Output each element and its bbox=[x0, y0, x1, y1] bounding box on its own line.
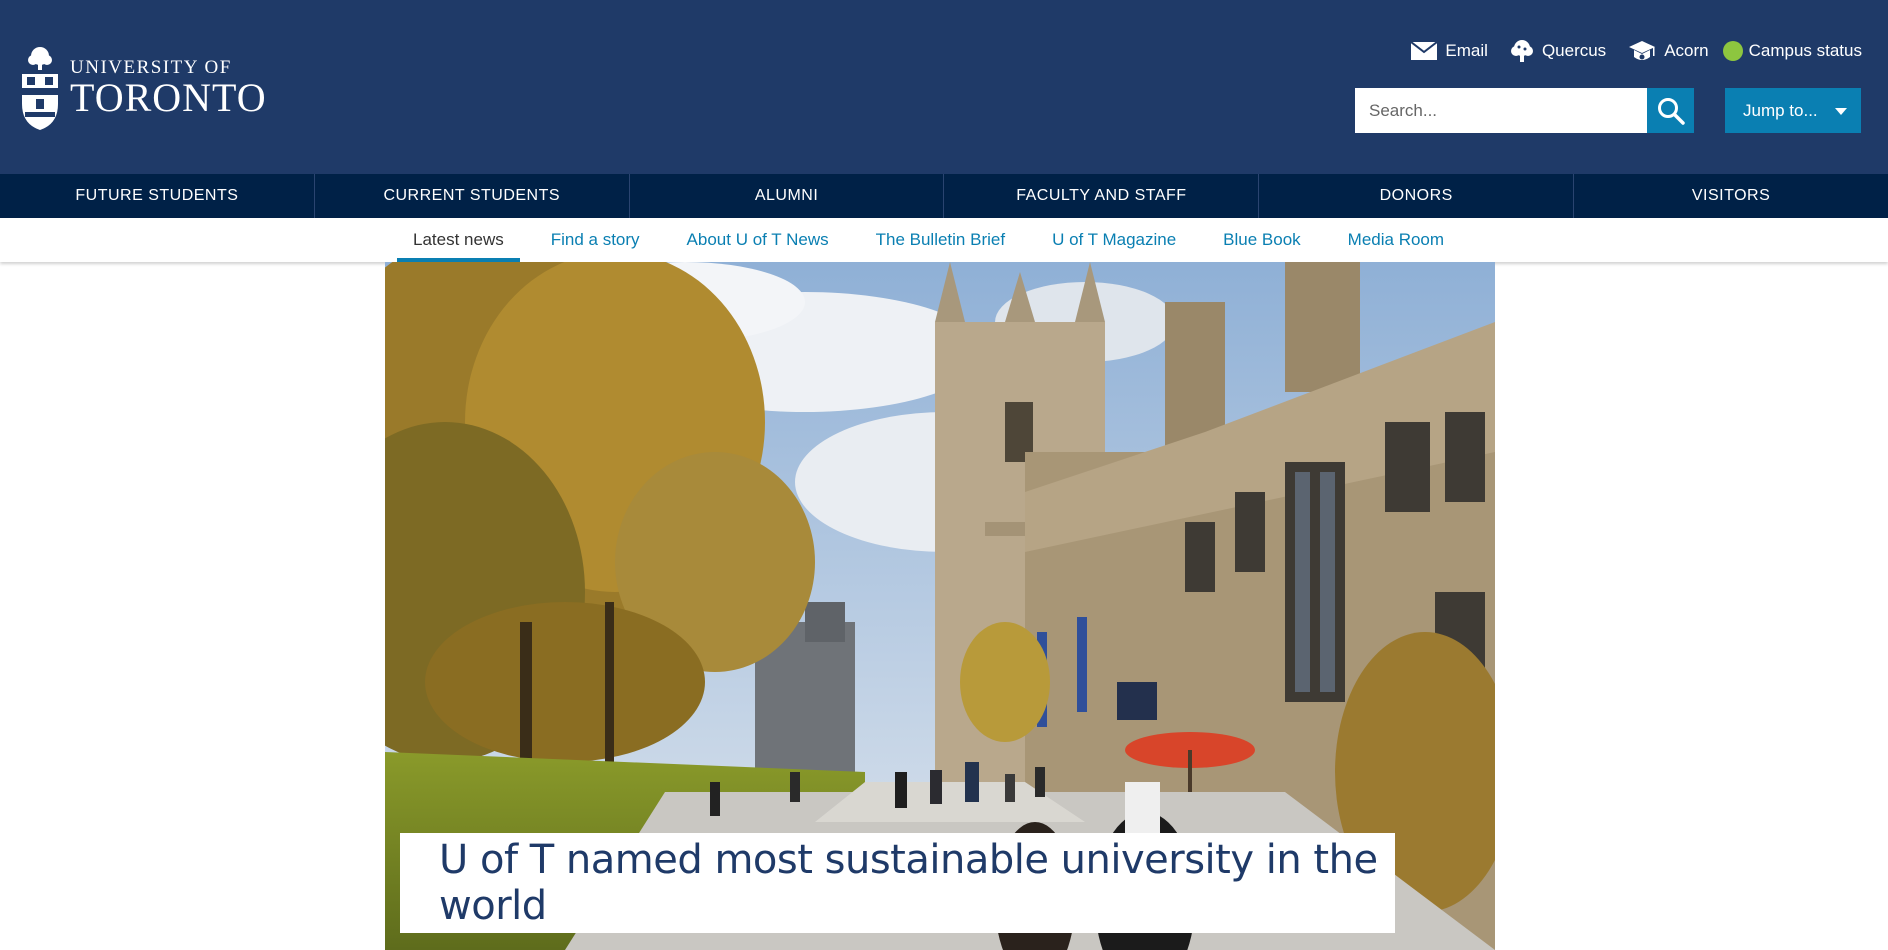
email-link-label: Email bbox=[1445, 41, 1488, 60]
news-subnav: Latest news Find a story About U of T Ne… bbox=[0, 218, 1888, 262]
nav-donors[interactable]: DONORS bbox=[1259, 174, 1575, 218]
logo-line-toronto: TORONTO bbox=[70, 75, 267, 120]
subnav-bulletin-brief[interactable]: The Bulletin Brief bbox=[860, 218, 1021, 262]
quick-links: Email Quercus Acorn Campus status bbox=[1389, 38, 1862, 64]
quercus-link[interactable]: Quercus bbox=[1510, 39, 1606, 63]
jump-to-dropdown[interactable]: Jump to... bbox=[1725, 88, 1861, 133]
caret-down-icon bbox=[1835, 108, 1847, 115]
crest-icon bbox=[22, 47, 58, 130]
envelope-icon bbox=[1411, 42, 1438, 60]
subnav-latest-news[interactable]: Latest news bbox=[397, 218, 520, 262]
audience-nav: FUTURE STUDENTS CURRENT STUDENTS ALUMNI … bbox=[0, 174, 1888, 218]
site-header: UNIVERSITY OF TORONTO Email Quercus Acor… bbox=[0, 0, 1888, 174]
search-button[interactable] bbox=[1647, 88, 1694, 133]
acorn-link-label: Acorn bbox=[1664, 41, 1709, 60]
campus-status-link[interactable]: Campus status bbox=[1722, 41, 1862, 61]
search-bar bbox=[1355, 88, 1694, 133]
subnav-about-news[interactable]: About U of T News bbox=[671, 218, 845, 262]
search-icon bbox=[1657, 97, 1685, 125]
search-input[interactable] bbox=[1355, 88, 1647, 133]
subnav-magazine[interactable]: U of T Magazine bbox=[1036, 218, 1192, 262]
status-dot-icon bbox=[1722, 41, 1743, 61]
hero-headline[interactable]: U of T named most sustainable university… bbox=[439, 837, 1395, 929]
jump-to-label: Jump to... bbox=[1743, 100, 1818, 120]
nav-visitors[interactable]: VISITORS bbox=[1574, 174, 1888, 218]
nav-future-students[interactable]: FUTURE STUDENTS bbox=[0, 174, 315, 218]
nav-faculty-and-staff[interactable]: FACULTY AND STAFF bbox=[944, 174, 1260, 218]
nav-alumni[interactable]: ALUMNI bbox=[630, 174, 945, 218]
nav-current-students[interactable]: CURRENT STUDENTS bbox=[315, 174, 630, 218]
subnav-blue-book[interactable]: Blue Book bbox=[1207, 218, 1317, 262]
quercus-link-label: Quercus bbox=[1541, 41, 1607, 60]
university-logo[interactable]: UNIVERSITY OF TORONTO bbox=[20, 44, 267, 132]
acorn-link[interactable]: Acorn bbox=[1628, 39, 1709, 63]
quercus-tree-icon bbox=[1510, 40, 1533, 62]
subnav-find-a-story[interactable]: Find a story bbox=[535, 218, 656, 262]
graduation-cap-icon bbox=[1629, 41, 1656, 60]
hero-caption[interactable]: U of T named most sustainable university… bbox=[400, 833, 1395, 933]
email-link[interactable]: Email bbox=[1411, 41, 1488, 61]
subnav-media-room[interactable]: Media Room bbox=[1332, 218, 1460, 262]
hero-story[interactable]: U of T named most sustainable university… bbox=[385, 262, 1495, 950]
campus-status-label: Campus status bbox=[1748, 41, 1862, 60]
